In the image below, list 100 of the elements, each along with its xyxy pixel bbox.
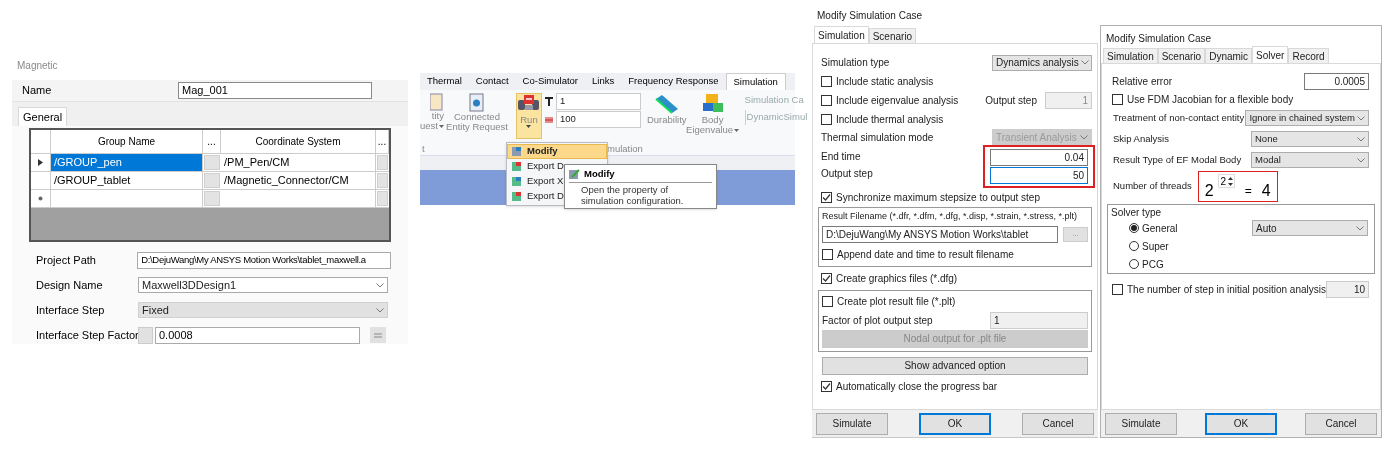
input-field[interactable]: D:\DejuWang\My ANSYS Motion Works\tablet [822, 225, 1058, 243]
checkbox[interactable] [822, 295, 833, 307]
dropdown[interactable]: Ignore in chained system [1245, 110, 1369, 126]
dropdown[interactable]: Auto [1252, 220, 1368, 236]
checkbox[interactable] [821, 114, 832, 125]
tab[interactable]: Record [1288, 48, 1329, 63]
toggle-button[interactable] [138, 326, 153, 344]
cell-button[interactable] [204, 173, 220, 188]
tab[interactable]: Scenario [1157, 48, 1206, 63]
field-label: End time [821, 150, 862, 164]
annotation-text: 2 [1204, 182, 1214, 200]
field-label: Output step [821, 167, 873, 181]
table-cell[interactable]: /GROUP_pen [51, 154, 203, 171]
ribbon-tab[interactable]: Frequency Response [621, 73, 726, 90]
table-cell[interactable]: /GROUP_tablet [51, 172, 203, 189]
cell-button[interactable] [204, 191, 220, 206]
chevron-icon [1080, 134, 1088, 140]
tab[interactable]: General [18, 107, 68, 126]
tooltip-title: Modify [584, 167, 615, 181]
advanced-option-button[interactable]: Show advanced option [822, 356, 1088, 375]
document-icon [468, 93, 485, 112]
equals-icon [374, 332, 382, 338]
chevron-icon [1357, 157, 1365, 163]
checkbox-label: Use FDM Jacobian for a flexible body [1127, 93, 1294, 107]
cell-button[interactable] [377, 173, 388, 188]
dialog-button[interactable]: Cancel [1305, 412, 1377, 435]
radio-button[interactable] [1129, 223, 1139, 233]
column-header[interactable]: ... [203, 130, 221, 153]
input-field[interactable]: 50 [990, 167, 1088, 184]
ribbon-tab[interactable]: Links [585, 73, 622, 90]
dropdown[interactable]: None [1251, 131, 1369, 147]
caret-icon [438, 124, 444, 128]
dialog-title: Modify Simulation Case [1105, 32, 1213, 46]
radio-button[interactable] [1129, 259, 1139, 269]
chevron-icon [1080, 60, 1089, 65]
field-label: Treatment of non-contact entity [1113, 110, 1245, 125]
ribbon-tab[interactable]: Thermal [420, 73, 469, 90]
tooltip-text: Open the property of simulation configuration. [580, 183, 685, 207]
checkbox-label: Include thermal analysis [836, 113, 944, 127]
checkbox-label: The number of step in initial position analysis [1127, 282, 1326, 297]
input-field[interactable]: 1 [990, 311, 1088, 329]
dropdown[interactable]: Maxwell3DDesign1 [138, 277, 388, 293]
dialog-button[interactable]: OK [1205, 412, 1277, 435]
radio-button[interactable] [1129, 241, 1139, 251]
tab[interactable]: Dynamic [1205, 48, 1253, 63]
field-label: Thermal simulation mode [821, 130, 934, 145]
field-label: Relative error [1112, 75, 1173, 89]
checkbox[interactable] [821, 272, 832, 284]
field-label: Name [22, 83, 53, 99]
table-cell[interactable]: /PM_Pen/CM [221, 154, 376, 171]
ribbon-tab[interactable]: Simulation [725, 73, 786, 90]
field-label: Simulation Ca [744, 93, 805, 107]
checkbox[interactable] [822, 248, 833, 260]
field-label: Factor of plot output step [822, 313, 933, 328]
input-field[interactable]: Mag_001 [178, 82, 372, 99]
column-header[interactable]: Group Name [51, 130, 203, 153]
chevron-icon [1357, 115, 1365, 121]
input-field[interactable]: D:\DejuWang\My ANSYS Motion Works\tablet_maxwell.a [137, 251, 391, 269]
tab[interactable]: Solver [1252, 46, 1289, 63]
table-cell[interactable]: /Magnetic_Connector/CM [221, 172, 376, 189]
checkmark-icon [822, 193, 831, 202]
input-field[interactable]: 0.0008 [155, 326, 360, 344]
checkbox[interactable] [821, 95, 832, 106]
dialog-button[interactable]: Simulate [1105, 412, 1177, 435]
checkbox[interactable] [1112, 94, 1123, 105]
annotation-text: = [1244, 183, 1252, 200]
tab[interactable]: Simulation [814, 26, 869, 43]
column-header[interactable]: ... [376, 130, 389, 153]
field-label: Interface Step [36, 302, 106, 318]
tab[interactable]: Scenario [868, 28, 917, 43]
dropdown[interactable]: Modal [1251, 152, 1369, 168]
dialog-button[interactable]: OK [919, 412, 991, 435]
dialog-button[interactable]: Cancel [1022, 412, 1094, 435]
input-field[interactable]: 100 [555, 111, 641, 128]
input-field[interactable]: 0.04 [990, 149, 1088, 166]
spinner-field[interactable]: 2 [1217, 174, 1235, 188]
dialog-button[interactable]: Simulate [816, 412, 888, 435]
checkbox[interactable] [821, 380, 832, 392]
chevron-icon [1356, 225, 1364, 231]
tab[interactable]: Simulation [1103, 48, 1158, 63]
input-field[interactable]: 0.0005 [1304, 73, 1369, 90]
spinner-arrows-icon [1226, 175, 1234, 187]
checkbox[interactable] [821, 76, 832, 87]
durability-button[interactable]: Durability [646, 93, 687, 125]
checkbox[interactable] [821, 192, 832, 203]
column-header[interactable]: Coordinate System [221, 130, 376, 153]
cell-button[interactable] [377, 191, 388, 206]
beam-icon [653, 93, 680, 115]
input-field[interactable]: 10 [1326, 280, 1369, 298]
ribbon-tab[interactable]: Co-Simulator [515, 73, 586, 90]
cell-button[interactable] [377, 155, 388, 170]
menu-item[interactable]: Modify [507, 144, 607, 159]
ribbon-tab[interactable]: Contact [468, 73, 516, 90]
body-eigenvalue-button[interactable]: Body Eigenvalue [688, 93, 737, 135]
group-label: t [422, 143, 425, 154]
dropdown[interactable]: Dynamics analysis [992, 54, 1092, 71]
checkbox[interactable] [1112, 283, 1123, 295]
request-button[interactable]: tity uest [420, 93, 444, 131]
cell-button[interactable] [204, 155, 220, 170]
input-field[interactable]: 1 [555, 93, 641, 110]
